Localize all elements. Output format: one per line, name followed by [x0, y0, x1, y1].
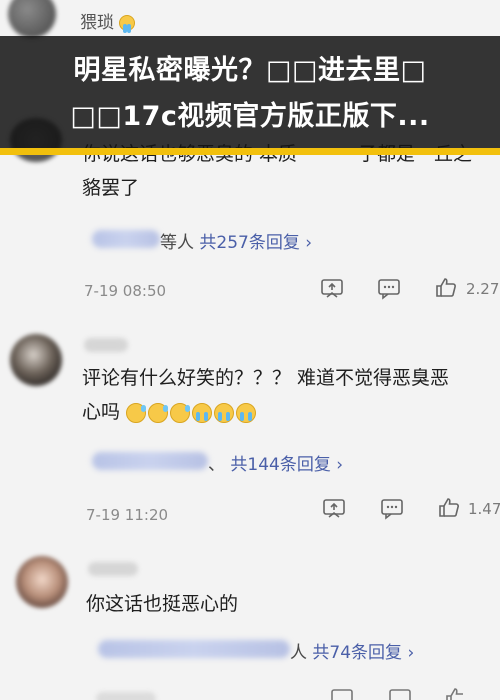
sweat-smile-emoji: [170, 402, 191, 423]
comment-username: 猥琐: [80, 8, 137, 33]
title-banner: 明星私密曝光？□□进去里□ □□17c视频官方版正版下...: [0, 36, 500, 154]
accent-bar: [0, 148, 500, 155]
comment-timestamp: 7-19 08:50: [84, 282, 167, 300]
sweat-smile-emoji: [126, 402, 147, 423]
like-count: 1.47: [468, 500, 500, 518]
thumbs-up-icon[interactable]: [444, 686, 468, 700]
comment-username[interactable]: [84, 338, 128, 352]
comment-body-line: 貉罢了: [82, 177, 140, 199]
comment-body-line: 心吗: [82, 396, 258, 428]
share-icon[interactable]: [330, 688, 354, 700]
comment-username[interactable]: [88, 562, 138, 576]
banner-title-line-1: 明星私密曝光？□□进去里□: [73, 55, 427, 86]
banner-title-line-2: □□17c视频官方版正版下...: [70, 101, 430, 132]
reply-suffix: 等人: [160, 233, 194, 253]
crying-emoji: [192, 402, 213, 423]
crying-emoji: [236, 402, 257, 423]
avatar[interactable]: [8, 0, 56, 38]
thumbs-up-icon[interactable]: [434, 276, 458, 298]
reply-thread-link[interactable]: 人 共74条回复 ›: [290, 638, 414, 663]
crying-emoji: [214, 402, 235, 423]
reply-suffix: 人: [290, 643, 307, 663]
comment-icon[interactable]: [380, 498, 404, 520]
reply-user-names[interactable]: [92, 230, 160, 248]
reply-count[interactable]: 共74条回复 ›: [312, 643, 414, 663]
comment-body-text: 心吗: [82, 401, 121, 423]
thumbs-up-icon[interactable]: [437, 496, 461, 518]
sweat-smile-emoji: [148, 402, 169, 423]
share-icon[interactable]: [320, 278, 344, 300]
comment-body-line: 你这话也挺恶心的: [86, 593, 239, 615]
reply-count[interactable]: 共144条回复 ›: [230, 455, 343, 475]
comment-timestamp: 7-19 11:20: [86, 506, 169, 524]
comment-icon[interactable]: [377, 278, 401, 300]
reply-user-names[interactable]: [92, 452, 208, 470]
comment-body-line: 评论有什么好笑的？？？ 难道不觉得恶臭恶: [82, 367, 450, 389]
reply-thread-link[interactable]: 等人 共257条回复 ›: [160, 228, 312, 253]
username-text: 猥琐: [80, 13, 114, 33]
comment-timestamp: [96, 692, 156, 700]
avatar[interactable]: [16, 556, 68, 608]
like-count: 2.27: [466, 280, 500, 298]
crying-emoji: [119, 15, 136, 33]
avatar[interactable]: [10, 334, 62, 386]
reply-count[interactable]: 共257条回复 ›: [199, 233, 312, 253]
share-icon[interactable]: [322, 498, 346, 520]
reply-suffix: 、: [208, 455, 225, 475]
reply-user-names[interactable]: [98, 640, 290, 658]
comment-icon[interactable]: [388, 688, 412, 700]
reply-thread-link[interactable]: 、 共144条回复 ›: [208, 450, 343, 475]
